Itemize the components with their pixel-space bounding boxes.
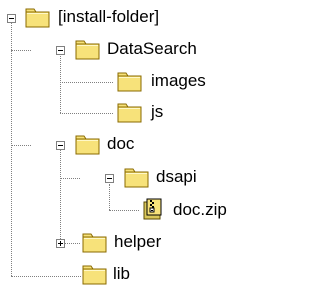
folder-icon: [117, 71, 143, 93]
tree-line: [60, 178, 80, 179]
tree-node-label: doc: [107, 134, 135, 153]
folder-tree: [install-folder] DataSearch images js do…: [0, 0, 268, 289]
tree-node-label: DataSearch: [107, 39, 197, 58]
tree-line: [60, 82, 113, 83]
folder-icon: [75, 134, 101, 156]
collapse-icon[interactable]: [7, 14, 16, 23]
folder-icon: [82, 264, 108, 286]
collapse-icon[interactable]: [105, 174, 114, 183]
expand-icon[interactable]: [56, 239, 65, 248]
folder-icon: [82, 232, 108, 254]
collapse-icon[interactable]: [56, 141, 65, 150]
tree-line: [60, 113, 113, 114]
tree-line: [11, 145, 31, 146]
zip-file-icon: [142, 198, 168, 220]
tree-line: [11, 50, 31, 51]
tree-node-label: doc.zip: [173, 200, 227, 219]
tree-line: [109, 210, 139, 211]
folder-icon: [124, 167, 150, 189]
tree-node-label: [install-folder]: [58, 7, 160, 26]
tree-node-label: dsapi: [156, 167, 197, 186]
tree-line: [60, 147, 61, 243]
tree-line: [109, 184, 110, 210]
folder-icon: [117, 102, 143, 124]
tree-node-label: images: [151, 71, 206, 90]
folder-icon: [75, 39, 101, 61]
tree-node-label: js: [151, 102, 164, 121]
tree-line: [11, 18, 12, 276]
tree-line: [11, 276, 81, 277]
folder-icon: [25, 7, 51, 29]
tree-node-label: lib: [113, 264, 131, 283]
tree-node-label: helper: [114, 232, 162, 251]
collapse-icon[interactable]: [56, 46, 65, 55]
